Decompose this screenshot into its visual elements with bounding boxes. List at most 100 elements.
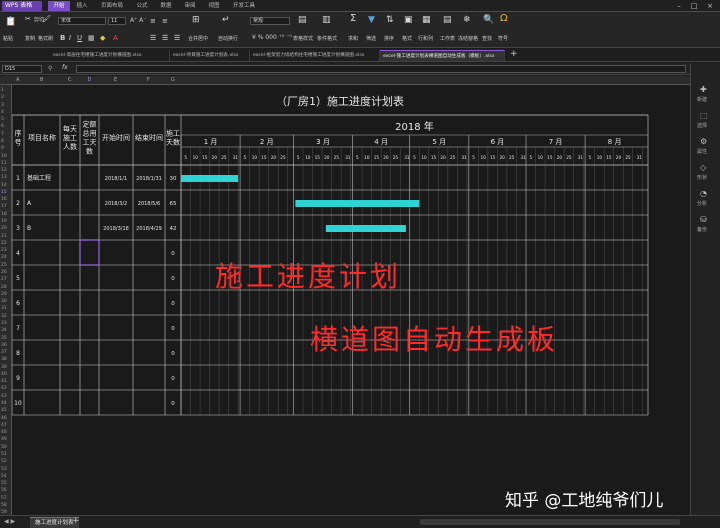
format-button[interactable]: 格式 [402,35,412,42]
zoom-icon[interactable]: ⚲ [48,65,52,72]
row-number[interactable]: 32 [1,314,7,319]
row-col-button[interactable]: 行和列 [418,35,433,42]
close-icon[interactable]: × [703,0,717,12]
filter-icon[interactable]: ▼ [368,15,375,25]
row-number[interactable]: 18 [1,212,7,217]
sidebar-item-label[interactable]: 分析 [697,200,707,207]
sidebar-icon[interactable]: ◇ [700,163,706,172]
fx-icon[interactable]: fx [62,64,68,71]
filter-button[interactable]: 筛选 [366,35,376,42]
sidebar-item-label[interactable]: 新建 [697,96,707,103]
row-number[interactable]: 34 [1,328,7,333]
row-number[interactable]: 45 [1,408,7,413]
merge-icon[interactable]: ⊞ [192,15,200,25]
menu-tab[interactable]: 开发工具 [228,1,260,11]
sidebar-icon[interactable]: ⚙ [700,137,707,146]
row-number[interactable]: 4 [1,110,4,115]
row-number[interactable]: 25 [1,263,7,268]
menu-tab[interactable]: 公式 [132,1,152,11]
document-tab[interactable]: excel-施工进度计划表横道图自动生成板（模板）.xlsx [380,50,505,61]
omega-icon[interactable]: Ω [500,14,508,24]
bold-button[interactable]: B [60,34,65,42]
menu-tab[interactable]: 数据 [156,1,176,11]
sidebar-item-label[interactable]: 属性 [697,148,707,155]
brush-icon[interactable]: 🖌 [42,14,51,24]
row-number[interactable]: 16 [1,197,7,202]
row-number[interactable]: 50 [1,445,7,450]
row-number[interactable]: 53 [1,467,7,472]
row-number[interactable]: 58 [1,503,7,508]
cut-icon[interactable]: ✂ [25,14,31,24]
align-center-icon[interactable]: ☰ [162,33,168,43]
column-letter[interactable]: G [171,77,175,83]
row-number[interactable]: 12 [1,168,7,173]
row-number[interactable]: 8 [1,139,4,144]
sheet-nav-icon[interactable]: ◀ ▶ [4,518,15,525]
sidebar-icon[interactable]: ⛁ [700,215,707,224]
row-number[interactable]: 33 [1,321,7,326]
cond-format-icon[interactable]: ▥ [322,15,331,25]
font-color-icon[interactable]: A [113,34,118,42]
fill-color-icon[interactable]: ◆ [100,34,105,42]
new-tab-icon[interactable]: + [510,49,518,59]
row-number[interactable]: 54 [1,474,7,479]
italic-button[interactable]: I [69,34,71,42]
row-number[interactable]: 26 [1,270,7,275]
menu-tab[interactable]: 页面布局 [96,1,128,11]
sidebar-icon[interactable]: ⬚ [700,111,708,120]
name-box[interactable]: D15 [2,65,42,73]
worksheet-button[interactable]: 工作表 [440,35,455,42]
minimize-icon[interactable]: – [672,0,686,12]
column-letter[interactable]: B [40,77,43,83]
align-left-icon[interactable]: ☰ [150,33,156,43]
font-grow-button[interactable]: A⁺ A⁻ [130,17,146,24]
border-icon[interactable]: ▦ [88,34,95,42]
row-number[interactable]: 49 [1,437,7,442]
menu-tab[interactable]: 视图 [204,1,224,11]
sheet-grid[interactable]: （厂房1）施工进度计划表 2018 年序号项目名称 每天 施工 人数 定额 总用 工天数开始时… [12,85,690,515]
sidebar-item-label[interactable]: 备份 [697,226,707,233]
document-tab[interactable]: excel-框架剪力墙结构住宅楼施工进度计划横道图.xlsx [250,50,380,61]
find-button[interactable]: 查找 [482,35,492,42]
row-number[interactable]: 13 [1,175,7,180]
row-number[interactable]: 14 [1,183,7,188]
row-number[interactable]: 42 [1,386,7,391]
row-number[interactable]: 41 [1,379,7,384]
row-number[interactable]: 44 [1,401,7,406]
paste-icon[interactable]: 📋 [5,17,16,27]
row-number[interactable]: 6 [1,124,4,129]
merge-center-button[interactable]: 合并居中 [188,35,208,42]
align-top-icon[interactable]: ≡ [150,16,156,26]
row-number[interactable]: 19 [1,219,7,224]
row-number[interactable]: 3 [1,103,4,108]
horizontal-scrollbar[interactable] [420,519,680,525]
formula-input[interactable] [76,65,686,73]
font-name-select[interactable]: 宋体 [58,17,106,25]
sidebar-icon[interactable]: ✚ [700,85,707,94]
row-number[interactable]: 7 [1,132,4,137]
row-number[interactable]: 48 [1,430,7,435]
menu-tab[interactable]: 审阅 [180,1,200,11]
sort-button[interactable]: 排序 [384,35,394,42]
format-painter-button[interactable]: 格式刷 [38,35,53,42]
align-right-icon[interactable]: ☰ [174,33,180,43]
column-letter[interactable]: E [114,77,117,83]
row-number[interactable]: 22 [1,241,7,246]
row-number[interactable]: 36 [1,343,7,348]
cond-format-button[interactable]: 条件格式 [317,35,337,42]
format-icon[interactable]: ▣ [404,15,413,25]
row-number[interactable]: 1 [1,88,4,93]
row-number[interactable]: 24 [1,255,7,260]
symbol-button[interactable]: 符号 [498,35,508,42]
table-style-button[interactable]: 表格样式 [293,35,313,42]
row-number[interactable]: 23 [1,248,7,253]
sidebar-icon[interactable]: ◔ [700,189,707,198]
row-number[interactable]: 5 [1,117,4,122]
row-number[interactable]: 35 [1,336,7,341]
row-number[interactable]: 2 [1,95,4,100]
freeze-button[interactable]: 冻结窗格 [458,35,478,42]
row-number[interactable]: 30 [1,299,7,304]
font-size-select[interactable]: 11 [108,17,126,25]
align-middle-icon[interactable]: ≡ [162,16,168,26]
row-number[interactable]: 46 [1,416,7,421]
